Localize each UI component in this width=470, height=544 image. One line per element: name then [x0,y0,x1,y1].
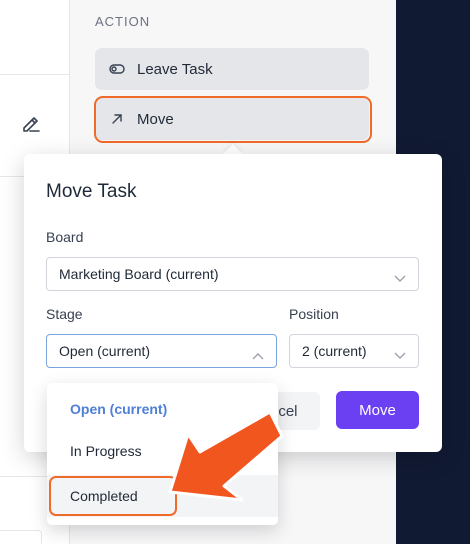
stage-select-value: Open (current) [59,343,151,359]
leave-task-label: Leave Task [137,60,213,78]
stage-option-label: In Progress [70,443,142,459]
divider [0,74,70,75]
stage-label: Stage [46,306,83,322]
leave-task-button[interactable]: Leave Task [95,48,369,90]
edit-pencil-icon[interactable] [20,112,42,134]
chevron-down-icon [394,347,406,359]
chevron-down-icon [394,270,406,282]
move-submit-label: Move [359,401,396,419]
modal-title: Move Task [46,181,137,202]
board-select-value: Marketing Board (current) [59,266,219,282]
board-select[interactable]: Marketing Board (current) [46,257,419,291]
annotation-arrow-icon [168,410,284,502]
stage-select[interactable]: Open (current) [46,334,277,368]
toggle-icon [109,61,125,77]
position-select[interactable]: 2 (current) [289,334,419,368]
move-button-highlight [94,96,372,143]
chevron-up-icon [252,347,264,360]
action-heading: ACTION [95,14,151,29]
board-label: Board [46,229,84,245]
position-label: Position [289,306,339,322]
position-select-value: 2 (current) [302,343,367,359]
move-submit-button[interactable]: Move [336,391,419,429]
partial-element [0,530,42,544]
